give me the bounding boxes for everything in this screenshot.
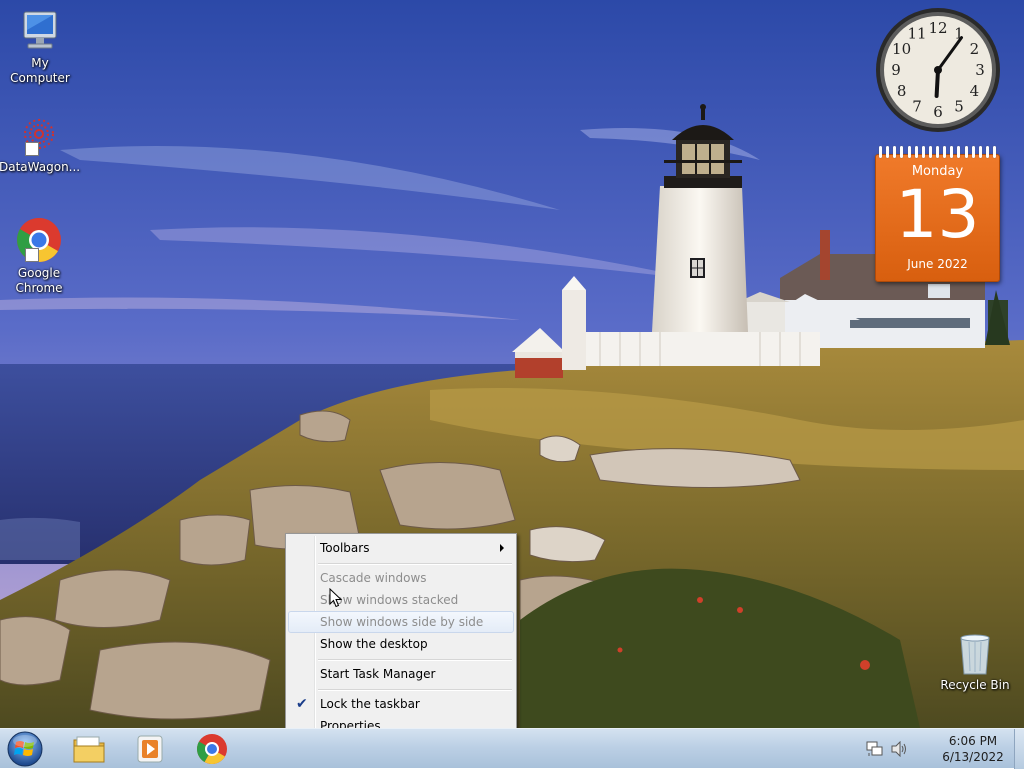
chrome-icon	[196, 734, 227, 765]
desktop-icon-datawagon[interactable]: DataWagon...	[0, 114, 81, 175]
clock-gadget[interactable]: 12 1234567891011	[874, 6, 1002, 134]
tray-clock-time[interactable]: 6:06 PM	[928, 734, 1018, 748]
windows-explorer-icon	[73, 736, 105, 763]
clock-numeral: 6	[933, 103, 943, 121]
clock-numeral: 5	[954, 97, 964, 115]
tray-clock-date[interactable]: 6/13/2022	[928, 750, 1018, 764]
clock-numeral: 11	[907, 25, 926, 43]
taskbar-context-menu: Toolbars Cascade windows Show windows st…	[285, 533, 517, 738]
start-button[interactable]	[4, 730, 46, 768]
calendar-gadget[interactable]: Monday 13 June 2022	[875, 146, 1000, 282]
show-desktop-button[interactable]	[1014, 729, 1024, 769]
recycle-bin-icon	[960, 634, 990, 675]
menu-item-lock-the-taskbar[interactable]: ✔ Lock the taskbar	[288, 693, 514, 715]
clock-numeral: 9	[891, 61, 901, 79]
desktop-icon-label: Google Chrome	[15, 266, 63, 295]
calendar-month-year: June 2022	[907, 257, 968, 271]
menu-item-show-the-desktop[interactable]: Show the desktop	[288, 633, 514, 655]
desktop-icon-label: My Computer	[10, 56, 70, 85]
clock-numeral: 2	[970, 40, 980, 58]
mouse-cursor-icon	[329, 588, 343, 608]
calendar-rings	[879, 146, 996, 160]
shortcut-arrow-icon	[25, 248, 39, 262]
desktop-icon-label: Recycle Bin	[940, 678, 1010, 692]
clock-numeral: 7	[912, 97, 922, 115]
taskbar-chrome-button[interactable]	[191, 731, 233, 767]
shortcut-arrow-icon	[25, 142, 39, 156]
volume-icon[interactable]	[890, 741, 908, 757]
clock-numeral: 12	[928, 19, 947, 37]
menu-item-start-task-manager[interactable]: Start Task Manager	[288, 663, 514, 685]
taskbar[interactable]: 6:06 PM 6/13/2022	[0, 728, 1024, 769]
clock-numeral: 10	[892, 40, 911, 58]
datawagon-icon	[24, 119, 54, 149]
menu-item-show-windows-side-by-side[interactable]: Show windows side by side	[288, 611, 514, 633]
taskbar-windows-explorer-button[interactable]	[68, 731, 110, 767]
taskbar-media-player-button[interactable]	[129, 731, 171, 767]
chrome-icon	[17, 218, 61, 262]
checkmark-icon: ✔	[296, 696, 308, 712]
menu-separator	[318, 659, 512, 661]
desktop-icon-recycle-bin[interactable]: Recycle Bin	[935, 632, 1015, 693]
clock-numeral: 4	[970, 82, 980, 100]
computer-icon	[23, 11, 57, 49]
menu-item-toolbars[interactable]: Toolbars	[288, 537, 514, 559]
network-icon[interactable]	[866, 741, 884, 757]
menu-item-cascade-windows[interactable]: Cascade windows	[288, 567, 514, 589]
menu-separator	[318, 689, 512, 691]
calendar-day-number: 13	[895, 176, 980, 253]
submenu-arrow-icon	[500, 544, 504, 552]
menu-separator	[318, 563, 512, 565]
menu-item-show-windows-stacked[interactable]: Show windows stacked	[288, 589, 514, 611]
desktop-icon-label: DataWagon...	[0, 160, 81, 174]
clock-numeral: 3	[975, 61, 985, 79]
clock-numeral: 8	[897, 82, 907, 100]
media-player-icon	[137, 735, 163, 763]
desktop-icon-google-chrome[interactable]: Google Chrome	[0, 216, 79, 296]
desktop-icon-my-computer[interactable]: My Computer	[0, 10, 80, 86]
